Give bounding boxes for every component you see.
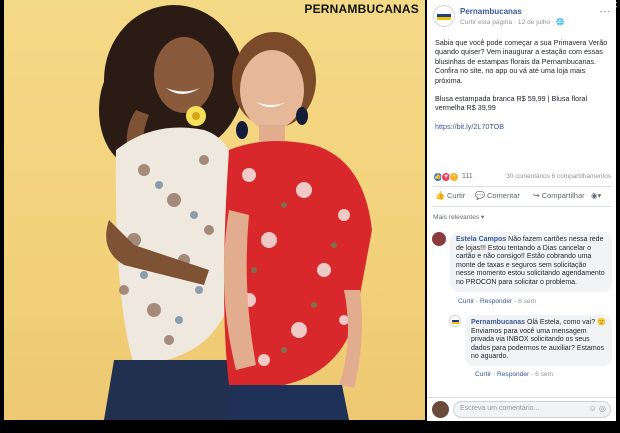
comment-sort-dropdown[interactable]: Mais relevantes ▾ (433, 213, 484, 221)
page-avatar[interactable] (433, 5, 455, 27)
comment-time[interactable]: 6 sem (535, 371, 553, 378)
thumbs-up-icon: 👍 (435, 191, 445, 200)
reaction-count[interactable]: 111 (462, 173, 473, 180)
comment-reply-link[interactable]: Responder (497, 371, 529, 378)
comment-like-link[interactable]: Curtir (458, 298, 474, 305)
like-button[interactable]: 👍 Curtir (435, 191, 465, 200)
audience-selector[interactable]: ◉▾ (591, 191, 601, 200)
speech-bubble-icon: 💬 (475, 191, 485, 200)
photo-illustration (99, 5, 372, 420)
page-name-link[interactable]: Pernambucanas (460, 7, 522, 16)
post-text-paragraph: Sabia que você pode começar a sua Primav… (435, 38, 608, 85)
comment-footer: Curtir · Responder · 6 sem (458, 298, 537, 305)
chevron-down-icon: ◉▾ (591, 191, 602, 200)
write-comment-bar: Escreva um comentário... ☺ ◎ (427, 397, 616, 421)
emoji-camera-icons[interactable]: ☺ ◎ (589, 404, 606, 413)
photo-viewer: PERNAMBUCANAS Pernambucanas Curtir esta … (0, 0, 620, 433)
comment-reply-link[interactable]: Responder (480, 298, 512, 305)
avatar[interactable] (432, 232, 446, 246)
post-meta: Curtir esta página · 12 de julho · 🌐 (460, 18, 564, 26)
post-panel: Pernambucanas Curtir esta página · 12 de… (427, 0, 616, 420)
post-meta-text: Curtir esta página · 12 de julho · (460, 19, 557, 26)
comment-bubble: Estela Campos Não fazem cartões nessa re… (450, 232, 612, 292)
comment-reply-item: Pernambucanas Olá Estela, como vai? 🙂 En… (449, 315, 612, 385)
wow-reaction-icon: • (449, 172, 459, 182)
brand-logo-text: PERNAMBUCANAS (304, 2, 419, 16)
post-price-paragraph: Blusa estampada branca R$ 59,99 | Blusa … (435, 94, 588, 113)
comment-author[interactable]: Pernambucanas (471, 319, 525, 326)
comment-bubble: Pernambucanas Olá Estela, como vai? 🙂 En… (465, 315, 612, 366)
divider (433, 186, 611, 187)
post-body: Sabia que você pode começar a sua Primav… (435, 38, 613, 140)
post-header: Pernambucanas Curtir esta página · 12 de… (433, 4, 613, 30)
post-actions: 👍 Curtir 💬 Comentar ↪ Compartilhar ◉▾ (433, 190, 611, 204)
comment-text: Não fazem cartões nessa rede de lojas!!!… (456, 236, 605, 286)
comment-input[interactable]: Escreva um comentário... (453, 401, 611, 418)
like-label: Curtir (446, 191, 466, 200)
avatar[interactable] (449, 315, 461, 327)
post-photo[interactable]: PERNAMBUCANAS (4, 0, 425, 420)
comment-item: Estela Campos Não fazem cartões nessa re… (432, 232, 612, 307)
comment-footer: Curtir · Responder · 6 sem (475, 371, 554, 378)
comment-author[interactable]: Estela Campos (456, 236, 506, 243)
comment-time[interactable]: 6 sem (518, 298, 536, 305)
share-button[interactable]: ↪ Compartilhar (533, 191, 585, 200)
comment-label: Comentar (486, 191, 520, 200)
viewer-edge (616, 0, 620, 433)
globe-icon: 🌐 (556, 19, 565, 26)
comment-like-link[interactable]: Curtir (475, 371, 491, 378)
comment-button[interactable]: 💬 Comentar (475, 191, 520, 200)
divider (433, 206, 611, 207)
reactions-bar[interactable]: 👍 ♥ • 111 30 comentários 6 compartilhame… (433, 172, 611, 184)
share-arrow-icon: ↪ (533, 191, 540, 200)
comments-shares-count[interactable]: 30 comentários 6 compartilhamentos (506, 173, 611, 180)
close-icon[interactable]: ✕ (610, 0, 618, 11)
post-link[interactable]: https://bit.ly/2L70TOB (435, 122, 504, 131)
share-label: Compartilhar (541, 191, 585, 200)
avatar (432, 401, 449, 418)
more-options-icon[interactable]: ··· (600, 6, 612, 17)
